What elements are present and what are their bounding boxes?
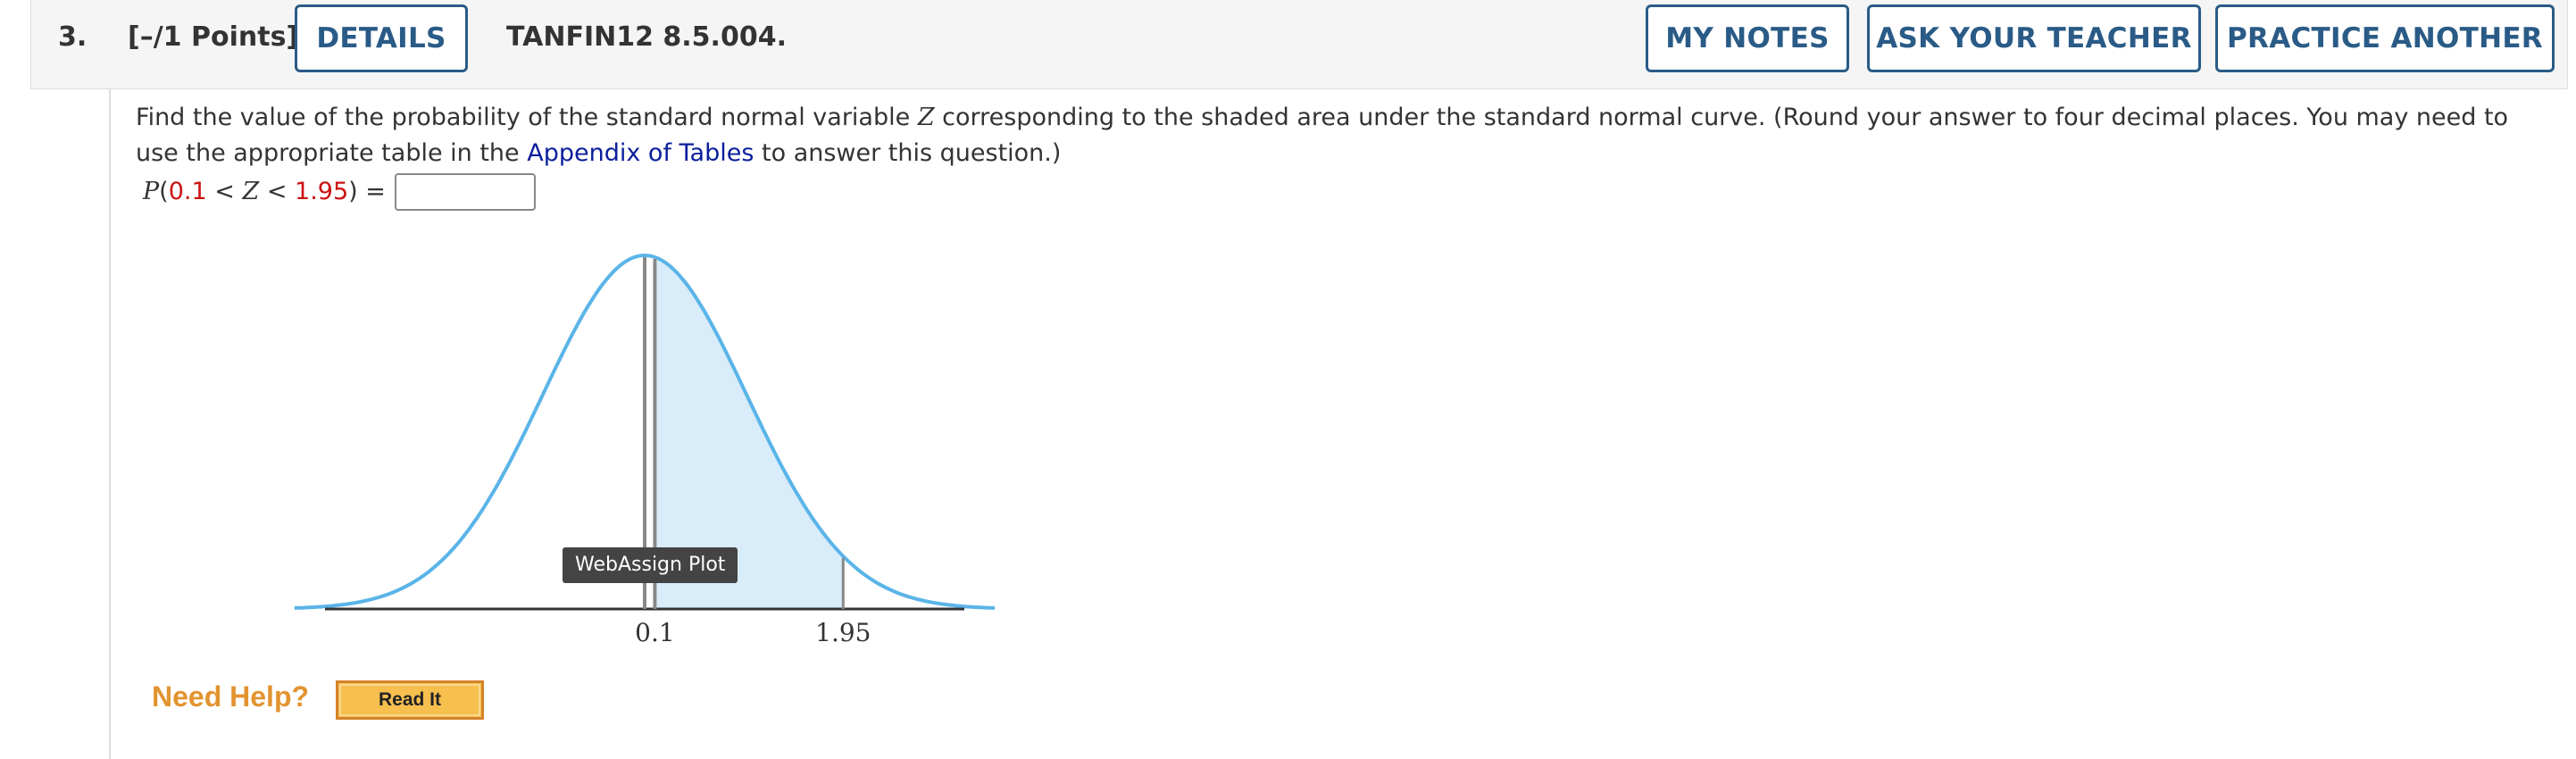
read-it-button[interactable]: Read It — [336, 680, 484, 720]
lower-bound-label: 0.1 — [635, 618, 675, 647]
plot-tooltip: WebAssign Plot — [563, 547, 738, 583]
normal-curve-plot: 0.1 1.95 — [294, 253, 996, 647]
need-help-label: Need Help? — [152, 680, 310, 713]
upper-bound-label: 1.95 — [815, 618, 871, 647]
